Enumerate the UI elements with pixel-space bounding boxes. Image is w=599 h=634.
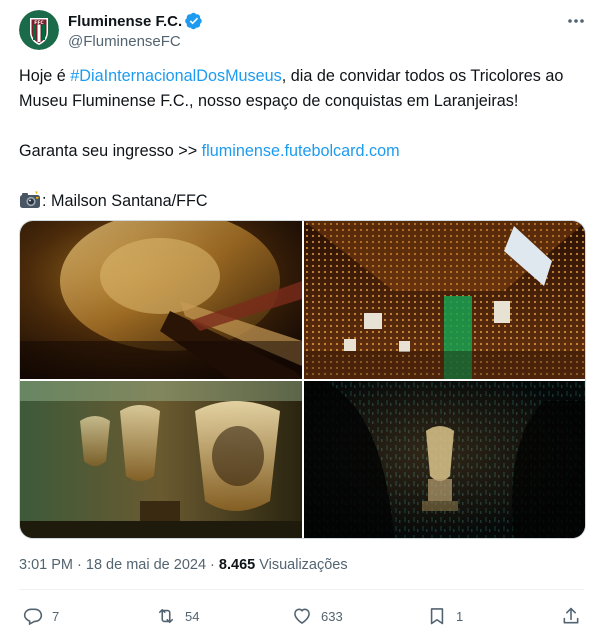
- reply-count: 7: [52, 608, 60, 624]
- tweet-card[interactable]: FFC Fluminense F.C. @FluminenseFC Hoje é…: [0, 0, 599, 634]
- more-options-icon[interactable]: [565, 12, 587, 30]
- bookmark-icon: [430, 608, 444, 625]
- tweet-text: Hoje é #DiaInternacionalDosMuseus, dia d…: [19, 64, 589, 214]
- photo-credit: : Mailson Santana/FFC: [42, 192, 208, 210]
- author-handle[interactable]: @FluminenseFC: [68, 33, 181, 50]
- tweet-line-2: Museu Fluminense F.C., nosso espaço de c…: [19, 92, 519, 110]
- tweet-text-part: Hoje é: [19, 67, 71, 85]
- ticket-link[interactable]: fluminense.futebolcard.com: [202, 142, 400, 160]
- illuminated-hall-photo[interactable]: [304, 221, 585, 379]
- media-grid[interactable]: [19, 220, 586, 539]
- meta-separator: ·: [206, 557, 219, 573]
- repost-button[interactable]: 54: [156, 604, 199, 628]
- camera-flash-icon: [20, 191, 40, 208]
- tweet-meta: 3:01 PM · 18 de mai de 2024 · 8.465 Visu…: [19, 557, 348, 573]
- fluminense-crest-icon[interactable]: FFC: [19, 10, 59, 50]
- views-label: Visualizações: [255, 557, 348, 573]
- dark-trophy-display-photo[interactable]: [304, 381, 585, 538]
- like-button[interactable]: 633: [292, 604, 343, 628]
- tweet-date[interactable]: 18 de mai de 2024: [86, 557, 206, 573]
- bookmark-count: 1: [456, 608, 464, 624]
- author-name-row[interactable]: Fluminense F.C.: [68, 12, 203, 30]
- author-display-name[interactable]: Fluminense F.C.: [68, 13, 182, 30]
- divider: [19, 589, 584, 590]
- svg-text:FFC: FFC: [34, 20, 44, 26]
- tweet-text-part: , dia de convidar todos os Tricolores ao: [281, 67, 564, 85]
- action-bar: 7 54 633 1: [19, 604, 584, 628]
- tweet-line-1: Hoje é #DiaInternacionalDosMuseus, dia d…: [19, 64, 589, 89]
- meta-separator: ·: [73, 557, 86, 573]
- repost-icon: [158, 608, 174, 624]
- tweet-header: FFC Fluminense F.C. @FluminenseFC: [19, 10, 589, 54]
- share-icon: [563, 607, 579, 624]
- repost-count: 54: [185, 608, 200, 624]
- tweet-text-part: Garanta seu ingresso >>: [19, 142, 202, 160]
- like-count: 633: [321, 608, 343, 624]
- reply-icon: [23, 608, 43, 626]
- trophy-closeup-photo[interactable]: [20, 221, 302, 379]
- tweet-line-3: Garanta seu ingresso >> fluminense.futeb…: [19, 139, 589, 164]
- heart-icon: [294, 608, 310, 624]
- tweet-time[interactable]: 3:01 PM: [19, 557, 73, 573]
- bookmark-button[interactable]: 1: [427, 604, 463, 628]
- photo-credit-line: : Mailson Santana/FFC: [19, 189, 589, 214]
- reply-button[interactable]: 7: [23, 604, 59, 628]
- hashtag-link[interactable]: #DiaInternacionalDosMuseus: [70, 67, 281, 85]
- trophy-row-photo[interactable]: [20, 381, 302, 538]
- views-count: 8.465: [218, 557, 256, 573]
- share-button[interactable]: [561, 604, 581, 628]
- verified-badge-icon: [185, 12, 202, 30]
